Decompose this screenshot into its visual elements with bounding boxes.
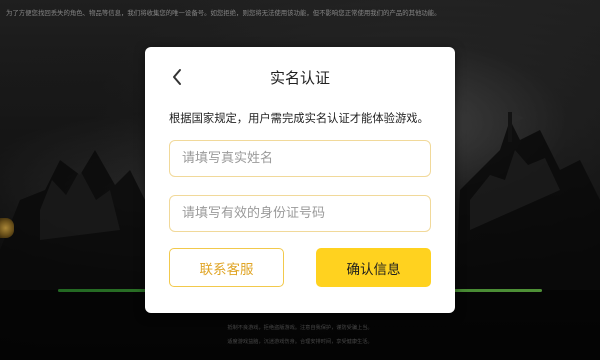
contact-service-button[interactable]: 联系客服 xyxy=(169,248,284,287)
real-name-auth-dialog: 实名认证 根据国家规定，用户需完成实名认证才能体验游戏。 联系客服 确认信息 xyxy=(145,47,455,313)
dialog-title: 实名认证 xyxy=(269,69,330,87)
dialog-description: 根据国家规定，用户需完成实名认证才能体验游戏。 xyxy=(169,112,429,125)
confirm-info-button[interactable]: 确认信息 xyxy=(316,248,431,287)
game-screen: 为了方便您找回丢失的角色、物品等信息，我们将收集您的唯一设备号。如您拒绝，则您将… xyxy=(0,0,600,360)
id-number-input[interactable] xyxy=(169,195,431,232)
real-name-input[interactable] xyxy=(169,140,431,177)
